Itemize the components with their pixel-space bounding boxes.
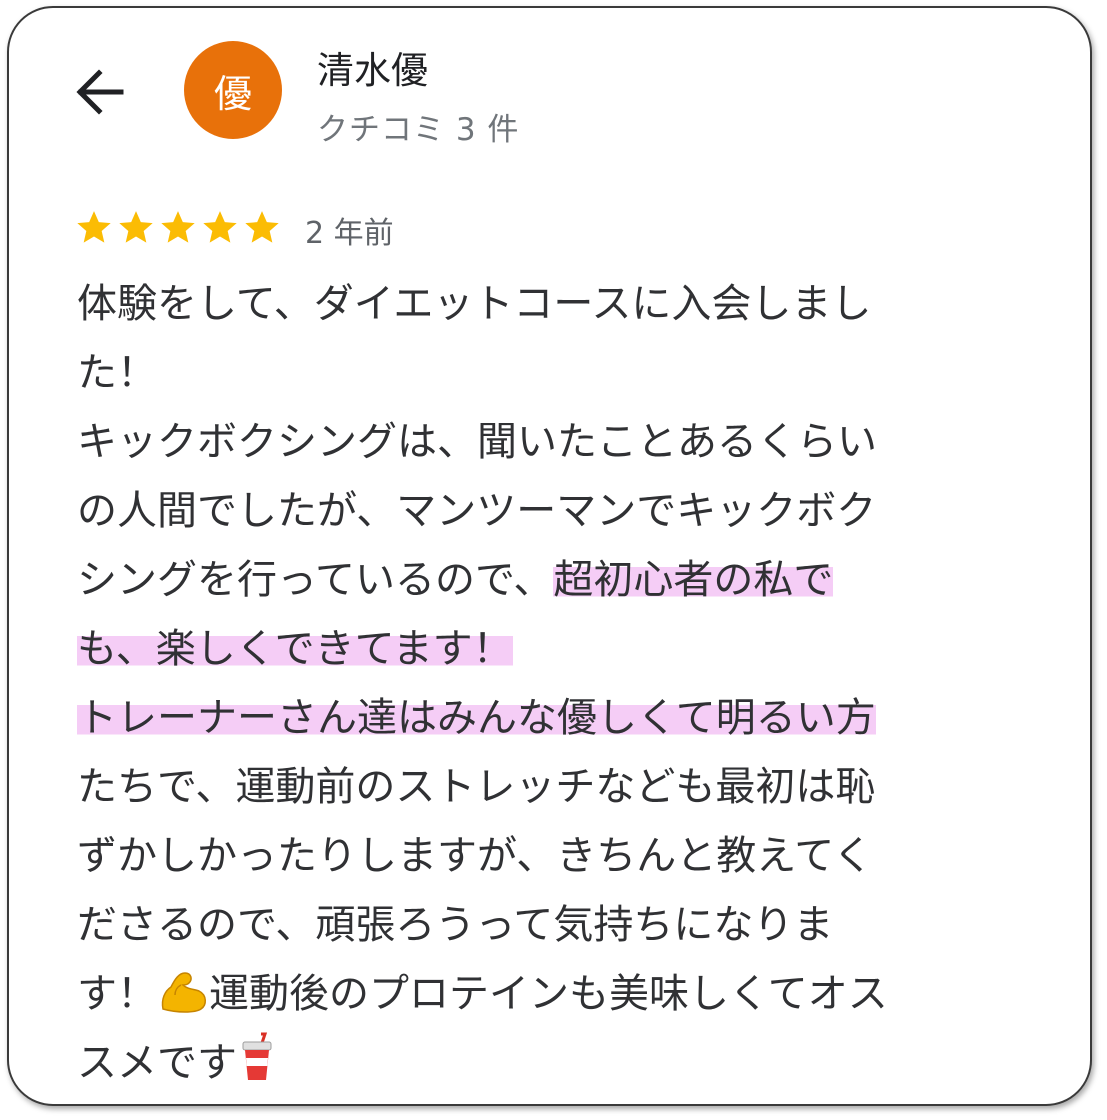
flexed-biceps-emoji <box>161 972 206 1013</box>
review-line: トレーナーさん達はみんな優しくて明るい方 <box>77 684 1017 753</box>
highlighted-text: も、楽しくできてます！ <box>77 626 513 672</box>
review-text-segment: スメです <box>77 1040 237 1086</box>
review-text-segment: 運動後のプロテインも美味しくてオス <box>209 971 888 1017</box>
review-line: す！ 運動後のプロテインも美味しくてオス <box>77 960 1017 1029</box>
review-line: た！ <box>77 350 157 396</box>
avatar-initial: 優 <box>213 71 252 116</box>
star-icon <box>245 211 279 243</box>
review-card: 優 清水優 クチコミ 3 件 2 年前 体験をして、ダイエットコースに入会しまし… <box>7 6 1092 1106</box>
arrow-back-icon[interactable] <box>71 63 129 121</box>
highlighted-text: トレーナーさん達はみんな優しくて明るい方 <box>77 695 876 741</box>
review-count: クチコミ 3 件 <box>317 112 520 148</box>
review-time: 2 年前 <box>305 216 394 251</box>
review-line: ださるので、頑張ろうって気持ちになりま <box>77 902 834 948</box>
star-icon <box>119 211 153 243</box>
cup-with-straw-emoji <box>242 1032 272 1080</box>
star-icon <box>203 211 237 243</box>
avatar[interactable]: 優 <box>184 41 282 139</box>
review-line: の人間でしたが、マンツーマンでキックボク <box>77 488 877 534</box>
star-icon <box>161 211 195 243</box>
highlighted-text: 超初心者の私で <box>553 557 834 603</box>
review-text-segment: シングを行っているので、 <box>77 557 554 603</box>
review-text: 体験をして、ダイエットコースに入会しまし た！ キックボクシングは、聞いたことあ… <box>77 270 1017 1098</box>
review-line: 体験をして、ダイエットコースに入会しまし <box>77 281 872 327</box>
review-text-segment: す！ <box>77 971 157 1017</box>
review-line: キックボクシングは、聞いたことあるくらい <box>77 419 877 465</box>
review-line: ずかしかったりしますが、きちんと教えてく <box>77 833 873 879</box>
review-line: も、楽しくできてます！ <box>77 615 1017 684</box>
reviewer-name[interactable]: 清水優 <box>317 40 428 94</box>
review-line: シングを行っているので、超初心者の私で <box>77 546 1017 615</box>
review-line: スメです <box>77 1029 1017 1098</box>
review-line: たちで、運動前のストレッチなども最初は恥 <box>77 764 876 810</box>
star-icon <box>77 211 111 243</box>
star-rating <box>73 207 283 247</box>
